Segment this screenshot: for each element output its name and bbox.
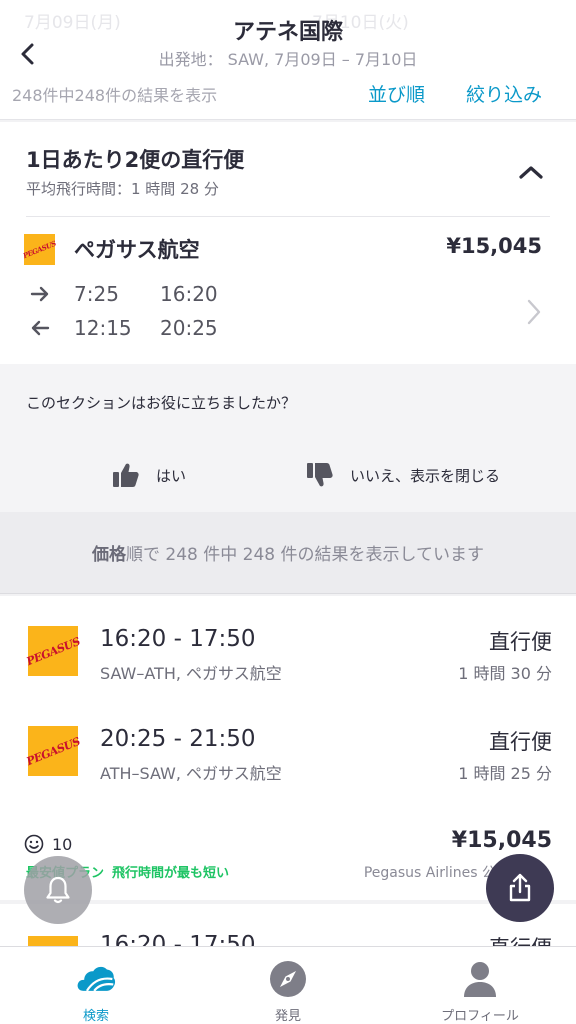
airline-name: ペガサス航空 [74,238,200,262]
inbound-arrival: 20:25 [160,316,218,340]
arrow-right-icon [30,286,49,302]
inbound-departure: 12:15 [74,316,132,340]
page-title: アテネ国際 [232,20,343,45]
logo-text: PEGASUS [21,238,58,261]
tab-search[interactable]: 検索 [0,947,192,1024]
tab-profile[interactable]: プロフィール [384,947,576,1024]
feedback-question: このセクションはお役に立ちましたか？ [26,394,297,412]
direct-flights-card[interactable]: 1日あたり2便の直行便 平均飛行時間：1 時間 28 分 PEGASUS ペガサ… [0,122,576,364]
leg-time: 20:25 - 21:50 [100,726,256,752]
outbound-departure: 7:25 [74,282,119,306]
person-icon [464,962,496,997]
pegasus-logo: PEGASUS [21,234,58,265]
tab-search-label: 検索 [82,1009,109,1024]
chevron-right-icon [527,299,541,325]
trip-subtitle: 出発地： SAW, 7月09日 – 7月10日 [158,50,418,69]
rating: 10 [24,834,72,854]
filter-button[interactable]: 絞り込み [466,80,542,107]
result-count: 248件中248件の結果を表示 [12,86,218,105]
pegasus-logo: PEGASUS [24,626,82,676]
tab-explore-label: 発見 [274,1009,301,1024]
leg-type: 直行便 [489,730,552,754]
card-title: 1日あたり2便の直行便 [26,148,245,172]
thumbs-up-icon [113,463,139,487]
share-icon [509,873,531,902]
tab-profile-label: プロフィール [441,1009,519,1024]
search-cloud-icon [77,966,116,992]
card-average-duration: 平均飛行時間：1 時間 28 分 [26,180,219,198]
feedback-yes-label: はい [156,466,187,485]
leg-type: 直行便 [489,630,552,654]
feedback-section: このセクションはお役に立ちましたか？ はい いいえ、表示を閉じる [0,364,576,512]
collapse-button[interactable] [514,158,548,186]
leg-route: ATH–SAW, ペガサス航空 [100,764,282,783]
logo-text: PEGASUS [24,634,82,668]
chevron-up-icon [519,166,543,179]
tag-shortest: 飛行時間が最も短い [112,866,230,881]
leg-route: SAW–ATH, ペガサス航空 [100,664,282,683]
share-button[interactable] [486,854,554,922]
result-card[interactable]: PEGASUS 16:20 - 17:50 SAW–ATH, ペガサス航空 直行… [0,596,576,900]
bottom-tab-bar: 検索 発見 プロフィール [0,946,576,1024]
feedback-no-label: いいえ、表示を閉じる [350,466,501,485]
price-alert-button[interactable] [24,856,92,924]
result-price: ¥15,045 [451,828,552,853]
leg-duration: 1 時間 30 分 [458,664,552,683]
sort-key: 価格 [92,545,126,565]
leg-time: 16:20 - 17:50 [100,626,256,652]
card-price: ¥15,045 [446,234,542,258]
rating-score: 10 [52,834,73,854]
bell-icon [46,876,70,904]
logo-text: PEGASUS [24,734,82,768]
sort-button[interactable]: 並び順 [368,80,425,107]
pegasus-logo: PEGASUS [24,726,82,776]
tab-explore[interactable]: 発見 [192,947,384,1024]
top-header: 7月09日(月) 7月10日(火) アテネ国際 出発地： SAW, 7月09日 … [0,0,576,120]
feedback-no-button[interactable]: いいえ、表示を閉じる [306,462,500,488]
thumbs-down-icon [307,463,333,487]
leg-duration: 1 時間 25 分 [458,764,552,783]
compass-icon [270,961,306,997]
divider [26,216,550,217]
results-summary: 順で 248 件中 248 件の結果を表示しています [126,545,485,565]
smiley-icon [24,834,44,854]
outbound-arrival: 16:20 [160,282,218,306]
feedback-yes-button[interactable]: はい [112,462,186,488]
arrow-left-icon [31,320,50,336]
results-banner: 価格順で 248 件中 248 件の結果を表示しています [0,512,576,594]
